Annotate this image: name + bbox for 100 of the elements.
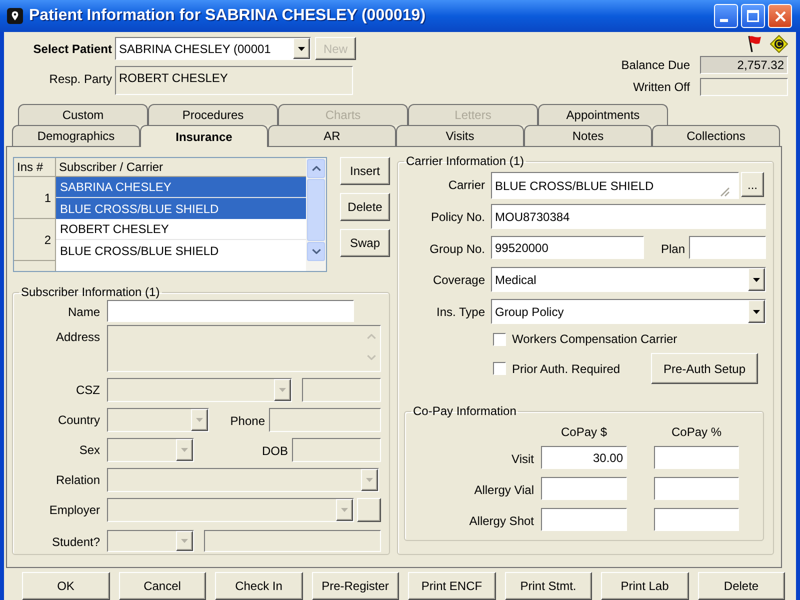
group-title: Co-Pay Information: [412, 404, 518, 418]
carrier-name: BLUE CROSS/BLUE SHIELD: [59, 200, 220, 218]
footer-button[interactable]: Delete: [698, 572, 785, 600]
field-label: Allergy Shot: [468, 513, 534, 530]
copay-percent-field[interactable]: [654, 477, 739, 500]
window-title: Patient Information for SABRINA CHESLEY (000019): [29, 6, 426, 26]
footer-button[interactable]: Check In: [215, 572, 302, 600]
maximize-icon: [747, 10, 759, 22]
group-title: Subscriber Information (1): [20, 285, 161, 299]
copay-percent-field[interactable]: [654, 508, 739, 531]
group-number-field[interactable]: 99520000: [491, 236, 644, 259]
text-field[interactable]: [107, 300, 354, 322]
field-label: Phone: [229, 413, 265, 430]
field-label: Balance Due: [621, 57, 690, 74]
field-label: Written Off: [633, 79, 690, 96]
chevron-up-icon: [367, 334, 376, 339]
footer-button[interactable]: Cancel: [118, 572, 206, 600]
scrollbar-thumb[interactable]: [307, 179, 325, 241]
dropdown-button[interactable]: [748, 268, 765, 291]
minimize-button[interactable]: [714, 4, 738, 28]
scrollbar-track[interactable]: [306, 158, 326, 271]
maximize-button[interactable]: [741, 4, 765, 28]
copay-amount-field[interactable]: [541, 508, 627, 531]
copay-amount-field[interactable]: 30.00: [541, 446, 627, 469]
checkbox-label: Prior Auth. Required: [512, 360, 620, 378]
chevron-down-icon: [367, 355, 376, 360]
caret-down-icon: [753, 310, 760, 314]
pin-icon: [7, 8, 23, 24]
square-button[interactable]: [357, 498, 381, 522]
subscriber-name: ROBERT CHESLEY: [56, 219, 306, 240]
carrier-field[interactable]: BLUE CROSS/BLUE SHIELD: [491, 172, 739, 199]
field-label: Name: [66, 304, 100, 321]
tab[interactable]: Collections: [652, 125, 780, 146]
caret-down-icon: [181, 448, 188, 452]
field-label: Policy No.: [430, 209, 485, 226]
resize-grip-icon: [719, 186, 730, 197]
chevron-up-icon: [312, 166, 320, 171]
field-label: Visit: [510, 451, 534, 468]
field-label: Country: [56, 412, 100, 429]
field-label: Plan: [660, 241, 685, 258]
scroll-up-button[interactable]: [307, 159, 325, 178]
caret-down-icon: [298, 46, 305, 50]
close-icon: [774, 10, 786, 22]
field-label: Sex: [78, 442, 100, 459]
pre-auth-setup-button[interactable]: Pre-Auth Setup: [651, 353, 758, 384]
list-action-button[interactable]: Delete: [340, 193, 390, 221]
insurance-type-select[interactable]: Group Policy: [491, 299, 766, 324]
caret-down-icon: [753, 278, 760, 282]
footer-button[interactable]: Pre-Register: [312, 572, 399, 600]
column-header: CoPay $: [560, 424, 608, 437]
carrier-name: BLUE CROSS/BLUE SHIELD: [59, 242, 220, 260]
plan-field[interactable]: [689, 236, 766, 259]
checkbox[interactable]: [493, 362, 506, 375]
insurance-row[interactable]: SABRINA CHESLEY BLUE CROSS/BLUE SHIELD: [56, 177, 306, 219]
dropdown-button[interactable]: [293, 38, 310, 59]
footer-button[interactable]: OK: [22, 572, 110, 600]
scroll-down-button[interactable]: [307, 242, 325, 261]
checkbox-label: Workers Compensation Carrier: [512, 331, 678, 348]
coverage-select[interactable]: Medical: [491, 267, 766, 292]
balance-due-field[interactable]: 2,757.32: [700, 56, 788, 74]
footer-button[interactable]: Print ENCF: [408, 572, 496, 600]
resp-party-field[interactable]: ROBERT CHESLEY: [115, 66, 353, 95]
row-number-cell: 2: [14, 219, 56, 261]
caret-down-icon: [279, 388, 286, 392]
tab[interactable]: Demographics: [12, 125, 140, 146]
policy-number-field[interactable]: MOU8730384: [491, 204, 766, 229]
field-label: Coverage: [432, 272, 485, 289]
list-action-button[interactable]: Insert: [340, 157, 390, 185]
tab[interactable]: Notes: [524, 125, 652, 146]
written-off-field[interactable]: [700, 78, 788, 96]
close-button[interactable]: [768, 4, 792, 28]
copay-amount-field[interactable]: [541, 477, 627, 500]
checkbox[interactable]: [493, 332, 506, 346]
field-label: Carrier: [447, 177, 485, 194]
tab[interactable]: Visits: [396, 125, 524, 146]
field-label: Address: [54, 329, 100, 346]
dropdown-button[interactable]: [748, 300, 765, 323]
footer-button[interactable]: Print Lab: [601, 572, 688, 600]
copay-percent-field[interactable]: [654, 446, 739, 469]
footer-button[interactable]: Print Stmt.: [504, 572, 592, 600]
row-number-cell: [14, 261, 56, 271]
row-number-cell: 1: [14, 177, 56, 219]
column-header[interactable]: Ins #: [14, 158, 56, 177]
flag-icon: [747, 35, 762, 53]
select-patient-label: Select Patient: [32, 40, 112, 58]
caret-down-icon: [341, 508, 348, 512]
list-action-button[interactable]: Swap: [340, 229, 390, 257]
tab[interactable]: Appointments: [538, 104, 668, 125]
field-label: Employer: [48, 502, 100, 519]
tab[interactable]: Insurance: [140, 125, 268, 147]
browse-button[interactable]: ...: [741, 172, 764, 197]
field-label: Group No.: [428, 241, 485, 258]
patient-select[interactable]: SABRINA CHESLEY (00001: [115, 37, 311, 60]
tab[interactable]: Procedures: [148, 104, 278, 125]
tab[interactable]: Custom: [18, 104, 148, 125]
caret-down-icon: [196, 418, 203, 422]
field-label: Relation: [54, 472, 100, 489]
column-header[interactable]: Subscriber / Carrier: [56, 158, 306, 177]
resp-party-label: Resp. Party: [48, 71, 112, 88]
tab[interactable]: AR: [268, 125, 396, 146]
